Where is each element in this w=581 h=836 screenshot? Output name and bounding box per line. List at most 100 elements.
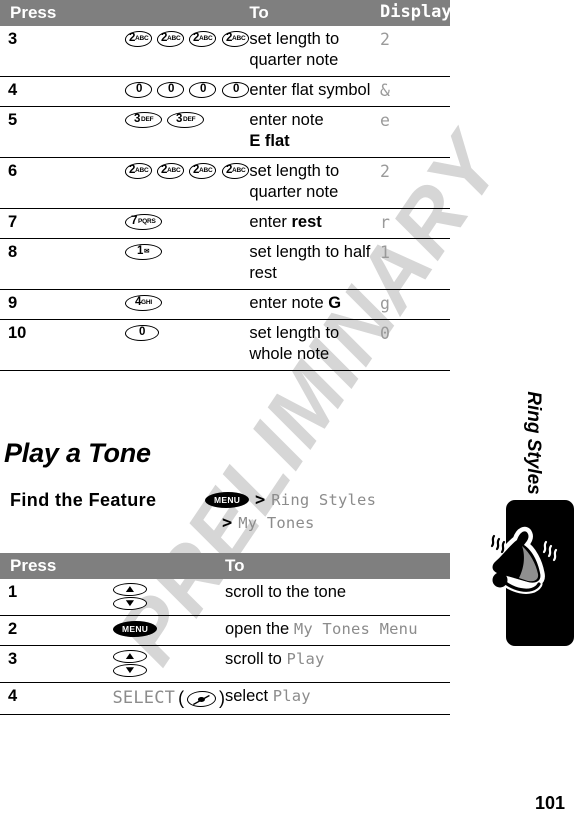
step-description-menu-item: Play [286, 650, 325, 668]
scroll-down-key-icon: ▼ [111, 664, 148, 677]
column-header-to: To [225, 553, 450, 579]
step-display-value: & [374, 76, 450, 107]
step-description: enter note G [249, 289, 374, 320]
bell-icon [470, 518, 570, 608]
step-display-value: e [374, 106, 450, 158]
select-softkey-icon [186, 690, 217, 707]
step-number: 8 [0, 238, 125, 290]
menu-path-line-2: > My Tones [205, 511, 376, 534]
step-keys: 7 PQRS [123, 208, 250, 239]
table-row: 8 1 ✉ set length to half rest 1 [0, 238, 450, 290]
menu-path-item-my-tones: My Tones [238, 513, 315, 532]
key-2abc-icon: 2 ABC [220, 31, 251, 47]
table-row: 4 0 0 0 0 enter flat symbol & [0, 76, 450, 107]
table-row: 7 7 PQRS enter rest r [0, 208, 450, 239]
step-keys: 0 [123, 319, 250, 371]
step-number: 4 [0, 76, 125, 107]
menu-key-icon: MENU [204, 491, 250, 508]
step-display-value: r [374, 208, 450, 239]
select-key-slash-icon [193, 694, 210, 705]
step-number: 9 [0, 289, 125, 320]
key-4ghi-icon: 4 GHI [123, 295, 163, 311]
key-2abc-icon: 2 ABC [156, 31, 186, 47]
step-number: 3 [8, 30, 18, 48]
step-description-menu-item: Play [272, 687, 311, 705]
step-description-text: enter note [249, 111, 324, 129]
play-a-tone-steps-table: Press To 1 ▲ ▼ scroll to the tone 2 MENU… [0, 553, 450, 715]
step-number: 7 [0, 208, 125, 239]
step-number: 1 [8, 583, 18, 601]
key-2abc-icon: 2 ABC [123, 31, 154, 47]
table-row: 10 0 set length to whole note 0 [0, 319, 450, 371]
menu-path-item-ring-styles: Ring Styles [271, 490, 377, 509]
table-row: 6 2 ABC 2 ABC 2 ABC 2 ABC set length to quar… [0, 157, 450, 209]
step-keys: ▲ ▼ [111, 579, 226, 616]
chapter-tab-label: Ring Styles [523, 391, 544, 495]
table-row: 5 3 DEF 3 DEF enter note E flat e [0, 106, 450, 158]
table-header-row: Press To [0, 553, 450, 579]
table-row: 2 MENU open the My Tones Menu [0, 615, 450, 646]
key-2abc-icon: 2 ABC [123, 163, 154, 179]
step-description: scroll to Play [225, 645, 450, 683]
table-row: 3 ▲ ▼ scroll to Play [0, 645, 450, 683]
step-keys: 3 DEF 3 DEF [123, 106, 250, 158]
step-keys: 4 GHI [123, 289, 250, 320]
step-description-text: open the [225, 620, 294, 638]
key-0-icon: 0 [220, 82, 251, 98]
page-number: 101 [534, 793, 565, 813]
key-7pqrs-icon: 7 PQRS [123, 214, 163, 230]
table-row: 4 SELECT ( ) select Play [0, 682, 450, 715]
table-row: 9 4 GHI enter note G g [0, 289, 450, 320]
path-separator: > [255, 489, 266, 510]
key-0-icon: 0 [123, 82, 154, 98]
manual-page: Press To Display 3 2 ABC 2 ABC 2 ABC 2 ABC s… [0, 0, 581, 836]
scroll-down-key-icon: ▼ [111, 597, 148, 610]
key-2abc-icon: 2 ABC [156, 163, 186, 179]
table-row: 1 ▲ ▼ scroll to the tone [0, 579, 450, 616]
step-keys: 2 ABC 2 ABC 2 ABC 2 ABC [123, 26, 251, 77]
key-2abc-icon: 2 ABC [188, 31, 218, 47]
table-header-row: Press To Display [0, 0, 452, 26]
step-keys: MENU [111, 615, 225, 646]
step-keys: SELECT ( ) [112, 682, 225, 715]
key-0-icon: 0 [123, 325, 160, 341]
step-keys: 2 ABC 2 ABC 2 ABC 2 ABC [123, 157, 251, 209]
step-description: open the My Tones Menu [225, 615, 450, 646]
menu-key-icon: MENU [111, 621, 158, 637]
key-0-icon: 0 [188, 82, 218, 98]
tone-entry-steps-table: Press To Display 3 2 ABC 2 ABC 2 ABC 2 ABC s… [0, 0, 452, 371]
step-description: enter flat symbol [249, 76, 374, 107]
softkey-label: SELECT [112, 688, 176, 708]
step-display-value: 0 [374, 319, 450, 371]
column-header-press: Press [0, 553, 225, 579]
menu-path-line-1: MENU > Ring Styles [204, 488, 377, 511]
step-number: 6 [0, 157, 125, 209]
step-number: 2 [0, 615, 113, 646]
step-description: enter note E flat [249, 106, 374, 158]
key-2abc-icon: 2 ABC [188, 163, 218, 179]
key-2abc-icon: 2 ABC [220, 163, 251, 179]
column-header-to: To [249, 0, 374, 26]
step-description: set length to whole note [249, 319, 374, 371]
key-3def-icon: 3 DEF [123, 112, 163, 128]
step-keys: ▲ ▼ [111, 645, 225, 683]
step-description-emphasis: rest [291, 213, 322, 231]
key-1-icon: 1 ✉ [123, 244, 163, 260]
table-row: 3 2 ABC 2 ABC 2 ABC 2 ABC set length to quar… [0, 26, 450, 77]
page-title: Play a Tone [4, 438, 151, 468]
step-description-emphasis: E flat [249, 132, 290, 150]
path-separator: > [222, 512, 233, 533]
step-description-text: enter note [249, 294, 329, 312]
step-description-menu-name: My Tones Menu [293, 620, 418, 638]
step-display-value: 2 [374, 157, 450, 209]
step-display-value: 2 [380, 30, 390, 49]
step-description: enter rest [249, 208, 374, 239]
step-number: 10 [0, 319, 125, 371]
step-description-text: select [225, 687, 273, 705]
find-the-feature-label: Find the Feature [10, 490, 157, 510]
step-number: 3 [0, 645, 113, 683]
key-3def-icon: 3 DEF [165, 112, 205, 128]
step-description: set length to half rest [249, 238, 374, 290]
scroll-up-key-icon: ▲ [111, 650, 148, 663]
paren-open: ( [178, 688, 185, 708]
